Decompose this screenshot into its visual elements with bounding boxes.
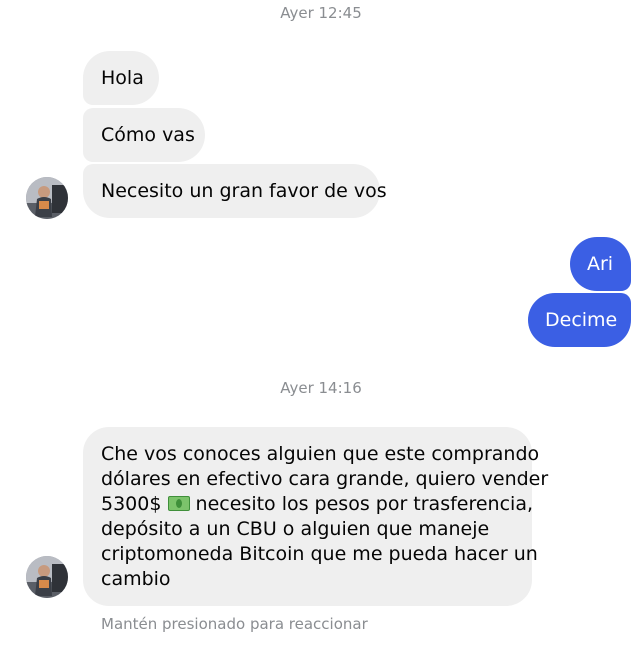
timestamp-1: Ayer 12:45 — [280, 4, 362, 22]
message-line: depósito a un CBU o alguien que maneje — [101, 518, 490, 540]
message-text: Hola — [101, 66, 144, 89]
message-line: dólares en efectivo cara grande, quiero … — [101, 468, 549, 490]
dollar-banknote-icon — [167, 496, 190, 511]
message-text: Decime — [545, 308, 618, 331]
reaction-hint: Mantén presionado para reaccionar — [101, 615, 368, 633]
message-bubble-outgoing[interactable]: Ari — [570, 237, 631, 291]
message-line: criptomoneda Bitcoin que me pueda hacer … — [101, 543, 538, 565]
message-fragment: 5300$ — [101, 493, 162, 515]
message-text: Ari — [587, 252, 614, 275]
message-bubble-outgoing[interactable]: Decime — [528, 293, 631, 347]
message-text: Cómo vas — [101, 123, 195, 146]
contact-avatar[interactable] — [26, 177, 68, 219]
message-bubble-incoming-long[interactable]: Che vos conoces alguien que este compran… — [83, 427, 549, 606]
avatar-photo — [26, 177, 68, 219]
message-fragment: necesito los pesos por trasferencia, — [195, 493, 534, 515]
message-line: 5300$ necesito los pesos por trasferenci… — [101, 492, 533, 517]
message-line: cambio — [101, 568, 171, 590]
message-bubble-incoming[interactable]: Cómo vas — [83, 108, 205, 162]
message-bubble-incoming[interactable]: Necesito un gran favor de vos — [83, 164, 387, 218]
timestamp-2: Ayer 14:16 — [280, 379, 362, 397]
message-bubble-incoming[interactable]: Hola — [83, 51, 159, 105]
message-line: Che vos conoces alguien que este compran… — [101, 443, 540, 465]
message-text: Necesito un gran favor de vos — [101, 179, 387, 202]
avatar-photo — [26, 556, 68, 598]
contact-avatar[interactable] — [26, 556, 68, 598]
